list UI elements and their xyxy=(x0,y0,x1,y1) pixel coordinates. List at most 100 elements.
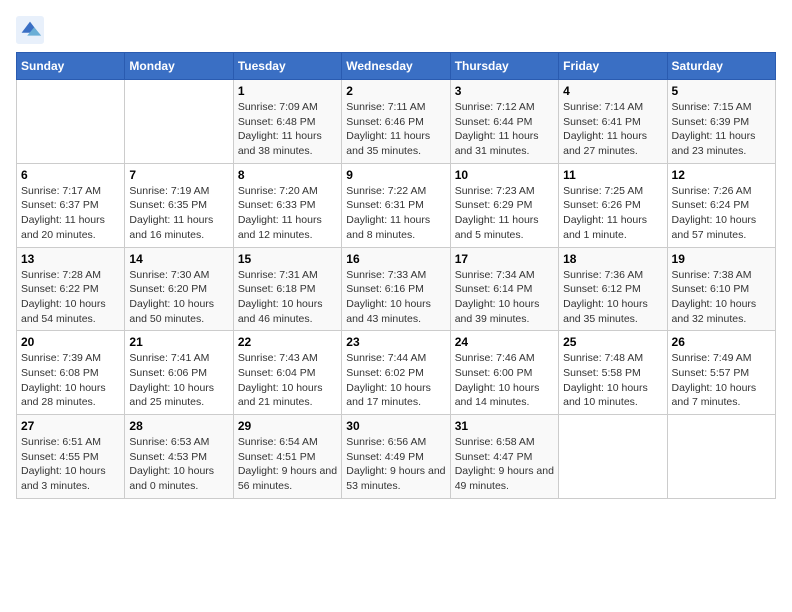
day-cell: 19 Sunrise: 7:38 AM Sunset: 6:10 PM Dayli… xyxy=(667,247,775,331)
day-number: 21 xyxy=(129,335,228,349)
day-number: 12 xyxy=(672,168,771,182)
week-row-4: 20 Sunrise: 7:39 AM Sunset: 6:08 PM Dayli… xyxy=(17,331,776,415)
week-row-5: 27 Sunrise: 6:51 AM Sunset: 4:55 PM Dayli… xyxy=(17,415,776,499)
day-info: Sunrise: 6:56 AM Sunset: 4:49 PM Dayligh… xyxy=(346,435,445,494)
day-header-tuesday: Tuesday xyxy=(233,53,341,80)
day-number: 17 xyxy=(455,252,554,266)
day-info: Sunrise: 7:43 AM Sunset: 6:04 PM Dayligh… xyxy=(238,351,337,410)
day-info: Sunrise: 7:23 AM Sunset: 6:29 PM Dayligh… xyxy=(455,184,554,243)
day-cell: 23 Sunrise: 7:44 AM Sunset: 6:02 PM Dayli… xyxy=(342,331,450,415)
day-cell: 26 Sunrise: 7:49 AM Sunset: 5:57 PM Dayli… xyxy=(667,331,775,415)
day-cell: 14 Sunrise: 7:30 AM Sunset: 6:20 PM Dayli… xyxy=(125,247,233,331)
day-cell: 2 Sunrise: 7:11 AM Sunset: 6:46 PM Daylig… xyxy=(342,80,450,164)
day-info: Sunrise: 7:46 AM Sunset: 6:00 PM Dayligh… xyxy=(455,351,554,410)
day-info: Sunrise: 7:34 AM Sunset: 6:14 PM Dayligh… xyxy=(455,268,554,327)
day-info: Sunrise: 7:49 AM Sunset: 5:57 PM Dayligh… xyxy=(672,351,771,410)
day-cell: 5Sunrise: 7:15 AM Sunset: 6:39 PM Daylig… xyxy=(667,80,775,164)
day-info: Sunrise: 7:26 AM Sunset: 6:24 PM Dayligh… xyxy=(672,184,771,243)
day-number: 5 xyxy=(672,84,771,98)
day-header-saturday: Saturday xyxy=(667,53,775,80)
day-info: Sunrise: 7:28 AM Sunset: 6:22 PM Dayligh… xyxy=(21,268,120,327)
day-info: Sunrise: 6:53 AM Sunset: 4:53 PM Dayligh… xyxy=(129,435,228,494)
day-header-friday: Friday xyxy=(559,53,667,80)
day-cell xyxy=(559,415,667,499)
day-cell: 31 Sunrise: 6:58 AM Sunset: 4:47 PM Dayli… xyxy=(450,415,558,499)
day-header-monday: Monday xyxy=(125,53,233,80)
day-cell: 30 Sunrise: 6:56 AM Sunset: 4:49 PM Dayli… xyxy=(342,415,450,499)
day-info: Sunrise: 7:14 AM Sunset: 6:41 PM Dayligh… xyxy=(563,100,662,159)
day-number: 20 xyxy=(21,335,120,349)
day-info: Sunrise: 7:31 AM Sunset: 6:18 PM Dayligh… xyxy=(238,268,337,327)
day-number: 13 xyxy=(21,252,120,266)
day-cell: 16Sunrise: 7:33 AM Sunset: 6:16 PM Dayli… xyxy=(342,247,450,331)
day-cell: 13 Sunrise: 7:28 AM Sunset: 6:22 PM Dayli… xyxy=(17,247,125,331)
week-row-2: 6Sunrise: 7:17 AM Sunset: 6:37 PM Daylig… xyxy=(17,163,776,247)
day-info: Sunrise: 7:48 AM Sunset: 5:58 PM Dayligh… xyxy=(563,351,662,410)
day-number: 16 xyxy=(346,252,445,266)
calendar-table: SundayMondayTuesdayWednesdayThursdayFrid… xyxy=(16,52,776,499)
day-number: 15 xyxy=(238,252,337,266)
day-header-sunday: Sunday xyxy=(17,53,125,80)
day-cell xyxy=(17,80,125,164)
day-cell: 12 Sunrise: 7:26 AM Sunset: 6:24 PM Dayli… xyxy=(667,163,775,247)
day-number: 31 xyxy=(455,419,554,433)
day-info: Sunrise: 7:39 AM Sunset: 6:08 PM Dayligh… xyxy=(21,351,120,410)
day-number: 2 xyxy=(346,84,445,98)
day-cell: 21 Sunrise: 7:41 AM Sunset: 6:06 PM Dayli… xyxy=(125,331,233,415)
logo-icon xyxy=(16,16,44,44)
day-info: Sunrise: 6:51 AM Sunset: 4:55 PM Dayligh… xyxy=(21,435,120,494)
day-info: Sunrise: 7:41 AM Sunset: 6:06 PM Dayligh… xyxy=(129,351,228,410)
day-number: 30 xyxy=(346,419,445,433)
day-info: Sunrise: 7:12 AM Sunset: 6:44 PM Dayligh… xyxy=(455,100,554,159)
day-cell: 27 Sunrise: 6:51 AM Sunset: 4:55 PM Dayli… xyxy=(17,415,125,499)
day-info: Sunrise: 7:36 AM Sunset: 6:12 PM Dayligh… xyxy=(563,268,662,327)
day-info: Sunrise: 6:54 AM Sunset: 4:51 PM Dayligh… xyxy=(238,435,337,494)
day-number: 19 xyxy=(672,252,771,266)
week-row-3: 13 Sunrise: 7:28 AM Sunset: 6:22 PM Dayli… xyxy=(17,247,776,331)
day-number: 4 xyxy=(563,84,662,98)
day-cell: 10 Sunrise: 7:23 AM Sunset: 6:29 PM Dayli… xyxy=(450,163,558,247)
day-info: Sunrise: 7:25 AM Sunset: 6:26 PM Dayligh… xyxy=(563,184,662,243)
days-header-row: SundayMondayTuesdayWednesdayThursdayFrid… xyxy=(17,53,776,80)
day-info: Sunrise: 7:20 AM Sunset: 6:33 PM Dayligh… xyxy=(238,184,337,243)
day-info: Sunrise: 7:30 AM Sunset: 6:20 PM Dayligh… xyxy=(129,268,228,327)
day-cell: 6Sunrise: 7:17 AM Sunset: 6:37 PM Daylig… xyxy=(17,163,125,247)
day-number: 1 xyxy=(238,84,337,98)
day-cell: 7 Sunrise: 7:19 AM Sunset: 6:35 PM Daylig… xyxy=(125,163,233,247)
day-cell: 4 Sunrise: 7:14 AM Sunset: 6:41 PM Daylig… xyxy=(559,80,667,164)
day-cell xyxy=(667,415,775,499)
day-number: 9 xyxy=(346,168,445,182)
day-cell: 1Sunrise: 7:09 AM Sunset: 6:48 PM Daylig… xyxy=(233,80,341,164)
logo xyxy=(16,16,48,44)
day-number: 10 xyxy=(455,168,554,182)
day-cell: 18 Sunrise: 7:36 AM Sunset: 6:12 PM Dayli… xyxy=(559,247,667,331)
day-number: 25 xyxy=(563,335,662,349)
day-cell: 20 Sunrise: 7:39 AM Sunset: 6:08 PM Dayli… xyxy=(17,331,125,415)
day-number: 6 xyxy=(21,168,120,182)
day-number: 18 xyxy=(563,252,662,266)
day-number: 7 xyxy=(129,168,228,182)
day-cell: 3 Sunrise: 7:12 AM Sunset: 6:44 PM Daylig… xyxy=(450,80,558,164)
header xyxy=(16,16,776,44)
day-number: 22 xyxy=(238,335,337,349)
day-info: Sunrise: 7:44 AM Sunset: 6:02 PM Dayligh… xyxy=(346,351,445,410)
day-cell: 29 Sunrise: 6:54 AM Sunset: 4:51 PM Dayli… xyxy=(233,415,341,499)
day-number: 29 xyxy=(238,419,337,433)
day-info: Sunrise: 7:38 AM Sunset: 6:10 PM Dayligh… xyxy=(672,268,771,327)
day-info: Sunrise: 7:11 AM Sunset: 6:46 PM Dayligh… xyxy=(346,100,445,159)
day-info: Sunrise: 6:58 AM Sunset: 4:47 PM Dayligh… xyxy=(455,435,554,494)
day-cell: 17 Sunrise: 7:34 AM Sunset: 6:14 PM Dayli… xyxy=(450,247,558,331)
day-cell xyxy=(125,80,233,164)
day-info: Sunrise: 7:22 AM Sunset: 6:31 PM Dayligh… xyxy=(346,184,445,243)
day-cell: 25 Sunrise: 7:48 AM Sunset: 5:58 PM Dayli… xyxy=(559,331,667,415)
day-number: 27 xyxy=(21,419,120,433)
day-number: 26 xyxy=(672,335,771,349)
day-number: 28 xyxy=(129,419,228,433)
day-header-thursday: Thursday xyxy=(450,53,558,80)
day-number: 14 xyxy=(129,252,228,266)
day-number: 3 xyxy=(455,84,554,98)
day-info: Sunrise: 7:19 AM Sunset: 6:35 PM Dayligh… xyxy=(129,184,228,243)
day-cell: 28 Sunrise: 6:53 AM Sunset: 4:53 PM Dayli… xyxy=(125,415,233,499)
day-number: 23 xyxy=(346,335,445,349)
day-header-wednesday: Wednesday xyxy=(342,53,450,80)
